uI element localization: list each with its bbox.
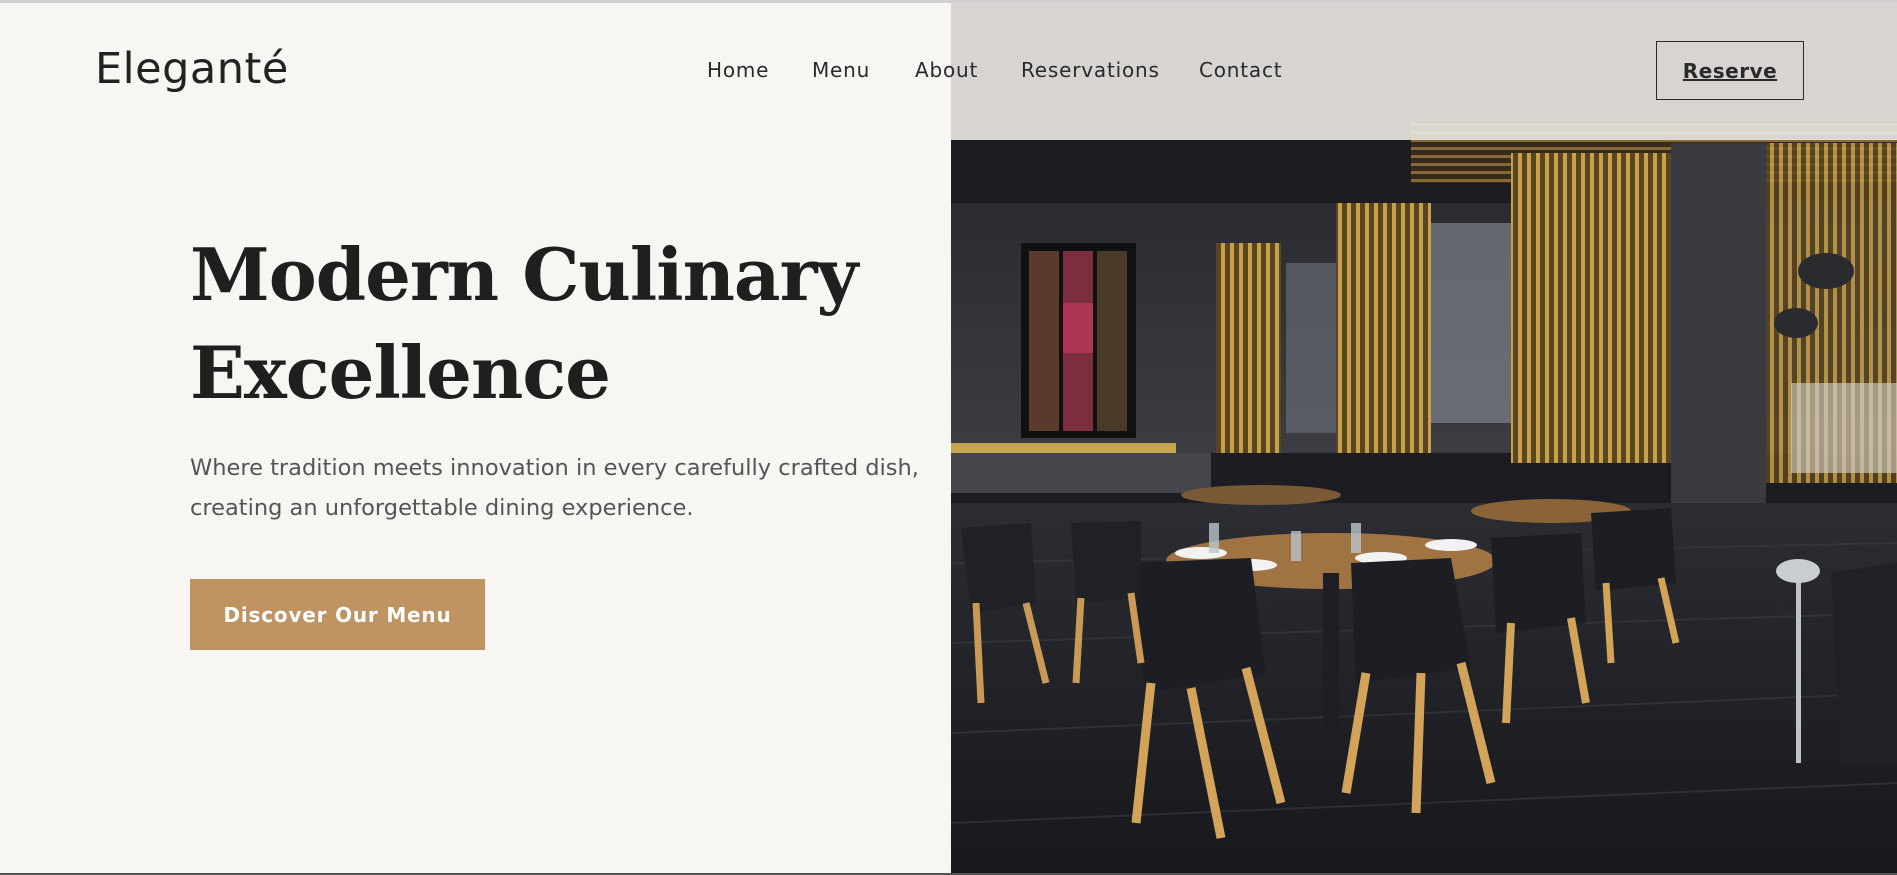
nav-item-contact[interactable]: Contact	[1199, 58, 1282, 82]
nav-item-reservations[interactable]: Reservations	[1021, 58, 1160, 82]
hero-title-line2: Excellence	[190, 330, 611, 415]
nav-item-about[interactable]: About	[915, 58, 978, 82]
discover-menu-button[interactable]: Discover Our Menu	[190, 579, 485, 650]
reserve-button[interactable]: Reserve	[1656, 41, 1804, 100]
brand-logo[interactable]: Eleganté	[95, 44, 289, 94]
nav-item-home[interactable]: Home	[707, 58, 769, 82]
hero-subtitle-line1: Where tradition meets innovation in ever…	[190, 455, 919, 481]
hero-subtitle: Where tradition meets innovation in ever…	[190, 448, 950, 528]
hero-subtitle-line2: creating an unforgettable dining experie…	[190, 495, 694, 521]
nav-item-menu[interactable]: Menu	[812, 58, 870, 82]
hero-title-line1: Modern Culinary	[190, 232, 858, 317]
hero-title: Modern Culinary Excellence	[190, 226, 858, 422]
